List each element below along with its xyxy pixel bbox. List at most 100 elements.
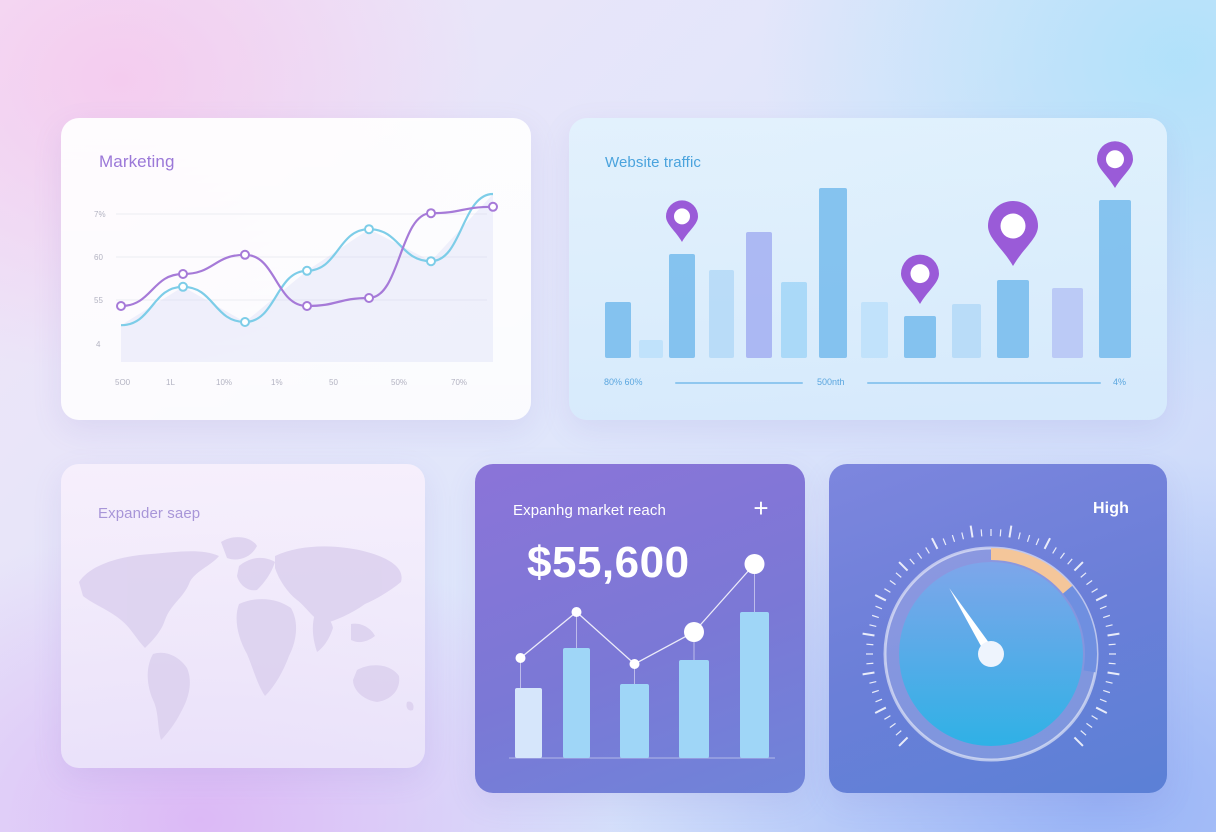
traffic-footer-left: 80% 60% (604, 377, 643, 387)
traffic-bar (746, 232, 772, 358)
gauge-tick (1026, 534, 1031, 542)
gauge-tick (874, 594, 887, 602)
traffic-bar (669, 254, 695, 358)
gauge-tick (1099, 698, 1107, 703)
gauge-tick (895, 730, 902, 736)
pin-dot (910, 264, 930, 284)
data-point (240, 317, 250, 327)
gauge-tick (1008, 525, 1013, 538)
traffic-bar (781, 282, 807, 358)
data-point (116, 301, 126, 311)
traffic-bar (709, 270, 734, 358)
gauge-card: High (829, 464, 1167, 793)
speed-gauge (862, 525, 1120, 762)
gauge-tick (866, 643, 874, 646)
gauge-tick (1103, 689, 1111, 694)
gauge-tick (1103, 614, 1111, 619)
area-fill (121, 194, 493, 362)
location-pin-icon (901, 254, 939, 304)
traffic-bar (952, 304, 981, 358)
reach-bar (515, 688, 542, 758)
market-reach-card: Expanhg market reach + $55,600 (475, 464, 805, 793)
website-traffic-card: Website traffic 80% 60% 500nth 4% (569, 118, 1167, 420)
gauge-tick (1108, 662, 1116, 665)
gauge-tick (875, 698, 883, 703)
data-point (426, 256, 436, 267)
gauge-tick (1067, 558, 1073, 565)
traffic-bar (605, 302, 631, 358)
gauge-tick (869, 624, 877, 628)
gauge-tick (1059, 552, 1065, 559)
gauge-tick (1108, 643, 1116, 646)
world-map (79, 537, 414, 740)
gauge-tick (961, 532, 965, 540)
data-point (364, 224, 374, 235)
data-point (488, 201, 498, 212)
gauge-tick (862, 632, 875, 637)
traffic-bar (1052, 288, 1083, 358)
gauge-tick (1095, 594, 1108, 602)
market-reach-chart (509, 554, 775, 759)
gauge-tick (1086, 580, 1093, 586)
gauge-tick (1080, 730, 1087, 736)
data-point (178, 281, 188, 292)
gauge-tick (1052, 547, 1057, 554)
data-point (302, 301, 312, 311)
reach-bar (563, 648, 590, 758)
gauge-tick (898, 736, 909, 747)
gauge-tick (889, 580, 896, 586)
reach-bar (740, 612, 769, 758)
gauge-tick (980, 529, 983, 537)
reach-bar (620, 684, 649, 758)
traffic-bar (639, 340, 663, 358)
data-point (364, 293, 374, 303)
gauge-tick (874, 706, 887, 714)
gauge-tick (1099, 605, 1107, 610)
gauge-tick (925, 547, 930, 554)
data-point (240, 249, 250, 260)
map-card: Expander saep (61, 464, 425, 768)
marketing-line-chart (116, 192, 498, 362)
gauge-tick (884, 588, 891, 593)
trend-point (515, 653, 526, 663)
location-pin-icon (666, 200, 698, 242)
traffic-footer-line (867, 382, 1101, 384)
gauge-tick (1043, 537, 1051, 550)
trend-point (571, 607, 582, 617)
gauge-tick (1107, 671, 1120, 676)
traffic-footer-line (675, 382, 803, 384)
traffic-bar (819, 188, 847, 358)
gauge-tick (1080, 572, 1087, 578)
gauge-tick (871, 614, 879, 619)
gauge-tick (999, 529, 1002, 537)
trend-point (744, 554, 765, 574)
gauge-tick (917, 552, 923, 559)
data-point (178, 269, 188, 279)
gauge-tick (1035, 538, 1040, 546)
gauge-tick (1091, 588, 1098, 593)
gauge-tick (969, 525, 974, 538)
traffic-footer-right: 4% (1113, 377, 1127, 387)
reach-bar (679, 660, 709, 758)
marketing-card: Marketing 7% 60 55 4 5O0 1L 10% 1% 50 50… (61, 118, 531, 420)
gauge-tick (1105, 680, 1113, 684)
gauge-tick (1073, 561, 1084, 572)
gauge-tick (869, 680, 877, 684)
reach-trend-line (520, 563, 755, 665)
gauge-tick (1017, 532, 1021, 540)
gauge-tick (942, 538, 947, 546)
gauge-tick (1086, 722, 1093, 728)
gauge-tick (1095, 706, 1108, 714)
gauge-tick (884, 715, 891, 720)
traffic-bar (861, 302, 888, 358)
gauge-tick (951, 534, 956, 542)
gauge-tick (1105, 624, 1113, 628)
pin-dot (1000, 213, 1026, 239)
gauge-tick (1091, 715, 1098, 720)
pin-dot (1106, 150, 1124, 169)
gauge-tick (909, 558, 915, 565)
trend-point (684, 622, 704, 642)
data-point (302, 265, 312, 276)
gauge-tick (866, 662, 874, 665)
gauge-tick (862, 671, 875, 676)
